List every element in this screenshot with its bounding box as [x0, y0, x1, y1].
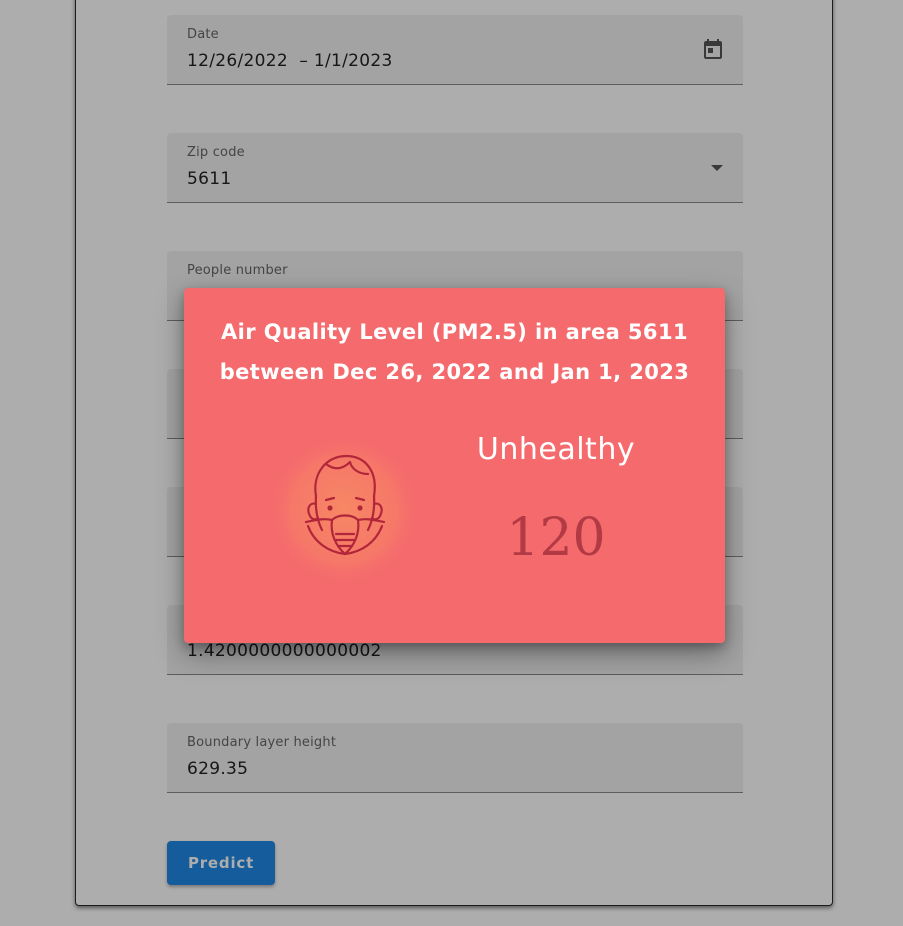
dialog-title-line-1: Air Quality Level (PM2.5) in area 5611 — [221, 320, 688, 344]
face-mask-icon — [268, 434, 420, 586]
page: Date 12/26/2022 – 1/1/2023 Zip code 5611… — [0, 0, 903, 926]
air-quality-level-label: Unhealthy — [476, 432, 636, 467]
air-quality-value: 120 — [506, 508, 606, 568]
dialog-title: Air Quality Level (PM2.5) in area 5611 b… — [184, 312, 725, 392]
dialog-title-line-2: between Dec 26, 2022 and Jan 1, 2023 — [219, 360, 690, 384]
air-quality-dialog: Air Quality Level (PM2.5) in area 5611 b… — [184, 288, 725, 643]
